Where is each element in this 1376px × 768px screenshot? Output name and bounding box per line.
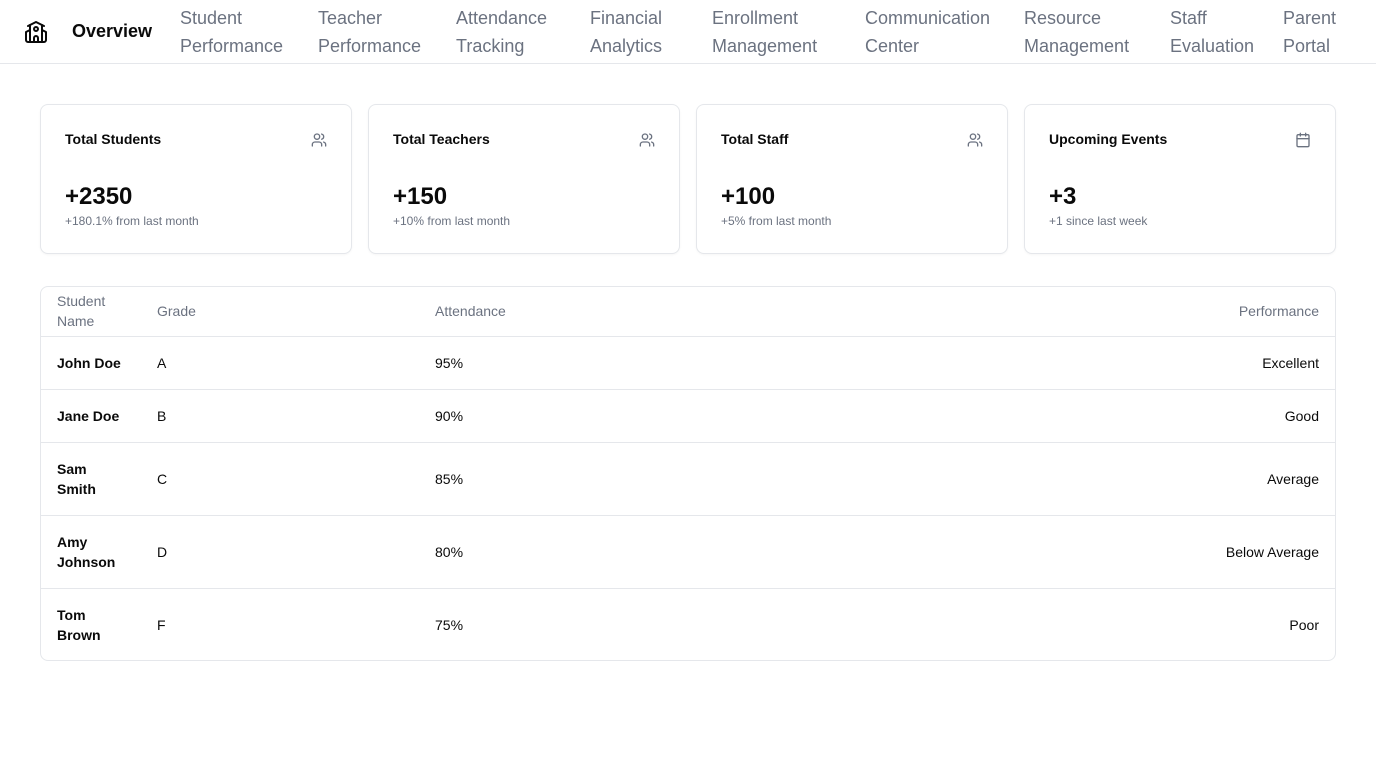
nav-label-line: Student bbox=[180, 8, 243, 28]
nav-label-line: Tracking bbox=[456, 36, 525, 56]
nav-resource-management[interactable]: Resource Management bbox=[1024, 4, 1129, 60]
cell-performance: Below Average bbox=[832, 515, 1335, 589]
column-header-performance[interactable]: Performance bbox=[832, 287, 1335, 337]
card-title: Total Staff bbox=[721, 131, 789, 147]
nav-label-line: Management bbox=[712, 36, 818, 56]
cell-attendance: 95% bbox=[419, 336, 833, 390]
nav-label-line: Portal bbox=[1283, 36, 1331, 56]
cell-grade: D bbox=[141, 515, 419, 589]
nav-teacher-performance[interactable]: Teacher Performance bbox=[318, 4, 421, 60]
school-icon[interactable] bbox=[24, 20, 48, 44]
nav-label-line: Evaluation bbox=[1170, 36, 1255, 56]
stat-card-upcoming-events: Upcoming Events +3 +1 since last week bbox=[1024, 104, 1336, 254]
nav-staff-evaluation[interactable]: Staff Evaluation bbox=[1170, 4, 1254, 60]
table-row[interactable]: Jane Doe B 90% Good bbox=[41, 389, 1335, 443]
cell-performance: Poor bbox=[1289, 616, 1319, 633]
nav-overview-label: Overview bbox=[72, 21, 153, 41]
cell-student-name: Amy Johnson bbox=[41, 515, 141, 589]
cell-student-name: Jane Doe bbox=[41, 389, 141, 443]
cell-student-name: Tom Brown bbox=[57, 606, 101, 643]
stat-card-total-students: Total Students +2350 +180.1% from last m… bbox=[40, 104, 352, 254]
cell-attendance: 80% bbox=[419, 515, 833, 589]
top-navigation: Overview Student Performance Teacher Per… bbox=[0, 0, 1376, 64]
cell-grade: C bbox=[141, 442, 419, 516]
nav-overview[interactable]: Overview bbox=[72, 17, 152, 45]
nav-financial-analytics[interactable]: Financial Analytics bbox=[590, 4, 662, 60]
nav-label-line: Analytics bbox=[590, 36, 663, 56]
table-row[interactable]: John Doe A 95% Excellent bbox=[41, 336, 1335, 390]
stat-card-total-staff: Total Staff +100 +5% from last month bbox=[696, 104, 1008, 254]
nav-label-line: Attendance bbox=[456, 8, 548, 28]
table-row[interactable]: Amy Johnson D 80% Below Average bbox=[41, 515, 1335, 589]
card-subtext: +1 since last week bbox=[1049, 214, 1148, 228]
card-value: +100 bbox=[721, 183, 776, 210]
card-subtext: +180.1% from last month bbox=[65, 214, 199, 228]
card-title: Upcoming Events bbox=[1049, 131, 1168, 147]
card-value: +150 bbox=[393, 183, 448, 210]
card-value: +2350 bbox=[65, 183, 133, 210]
calendar-icon bbox=[1295, 132, 1311, 148]
column-header-student-name[interactable]: Student Name bbox=[41, 287, 141, 337]
cell-student-name: Sam Smith bbox=[41, 442, 141, 516]
cell-performance: Excellent bbox=[832, 336, 1335, 390]
card-subtext: +10% from last month bbox=[393, 214, 511, 228]
table-row[interactable]: Tom Brown F 75% Poor bbox=[41, 588, 1335, 660]
column-header-attendance[interactable]: Attendance bbox=[419, 287, 833, 337]
cell-grade: B bbox=[141, 389, 419, 443]
nav-label-line: Communication bbox=[865, 8, 991, 28]
cell-student-name: John Doe bbox=[41, 336, 141, 390]
nav-communication-center[interactable]: Communication Center bbox=[865, 4, 990, 60]
nav-label-line: Performance bbox=[318, 36, 422, 56]
cell-attendance: 90% bbox=[419, 389, 833, 443]
nav-label-line: Center bbox=[865, 36, 920, 56]
cell-attendance: 85% bbox=[419, 442, 833, 516]
card-subtext: +5% from last month bbox=[721, 214, 832, 228]
cell-grade: A bbox=[141, 336, 419, 390]
nav-enrollment-management[interactable]: Enrollment Management bbox=[712, 4, 817, 60]
nav-label-line: Performance bbox=[180, 36, 284, 56]
nav-label-line: Teacher bbox=[318, 8, 383, 28]
nav-label-line: Staff bbox=[1170, 8, 1207, 28]
cell-grade: F bbox=[157, 616, 166, 633]
users-icon bbox=[639, 132, 655, 148]
card-value: +3 bbox=[1049, 183, 1077, 210]
nav-label-line: Parent bbox=[1283, 8, 1337, 28]
cell-performance: Average bbox=[832, 442, 1335, 516]
column-header-grade[interactable]: Grade bbox=[141, 287, 419, 337]
card-title: Total Teachers bbox=[393, 131, 490, 147]
card-title: Total Students bbox=[65, 131, 162, 147]
nav-parent-portal[interactable]: Parent Portal bbox=[1283, 4, 1336, 60]
nav-label-line: Enrollment bbox=[712, 8, 799, 28]
nav-label-line: Management bbox=[1024, 36, 1130, 56]
table-header-row: Student Name Grade Attendance Performanc… bbox=[41, 287, 1335, 337]
nav-attendance-tracking[interactable]: Attendance Tracking bbox=[456, 4, 547, 60]
student-table: Student Name Grade Attendance Performanc… bbox=[40, 286, 1336, 661]
cell-attendance: 75% bbox=[435, 616, 464, 633]
users-icon bbox=[311, 132, 327, 148]
table-row[interactable]: Sam Smith C 85% Average bbox=[41, 442, 1335, 516]
nav-label-line: Resource bbox=[1024, 8, 1102, 28]
nav-student-performance[interactable]: Student Performance bbox=[180, 4, 283, 60]
stat-card-total-teachers: Total Teachers +150 +10% from last month bbox=[368, 104, 680, 254]
nav-label-line: Financial bbox=[590, 8, 663, 28]
users-icon bbox=[967, 132, 983, 148]
cell-performance: Good bbox=[832, 389, 1335, 443]
